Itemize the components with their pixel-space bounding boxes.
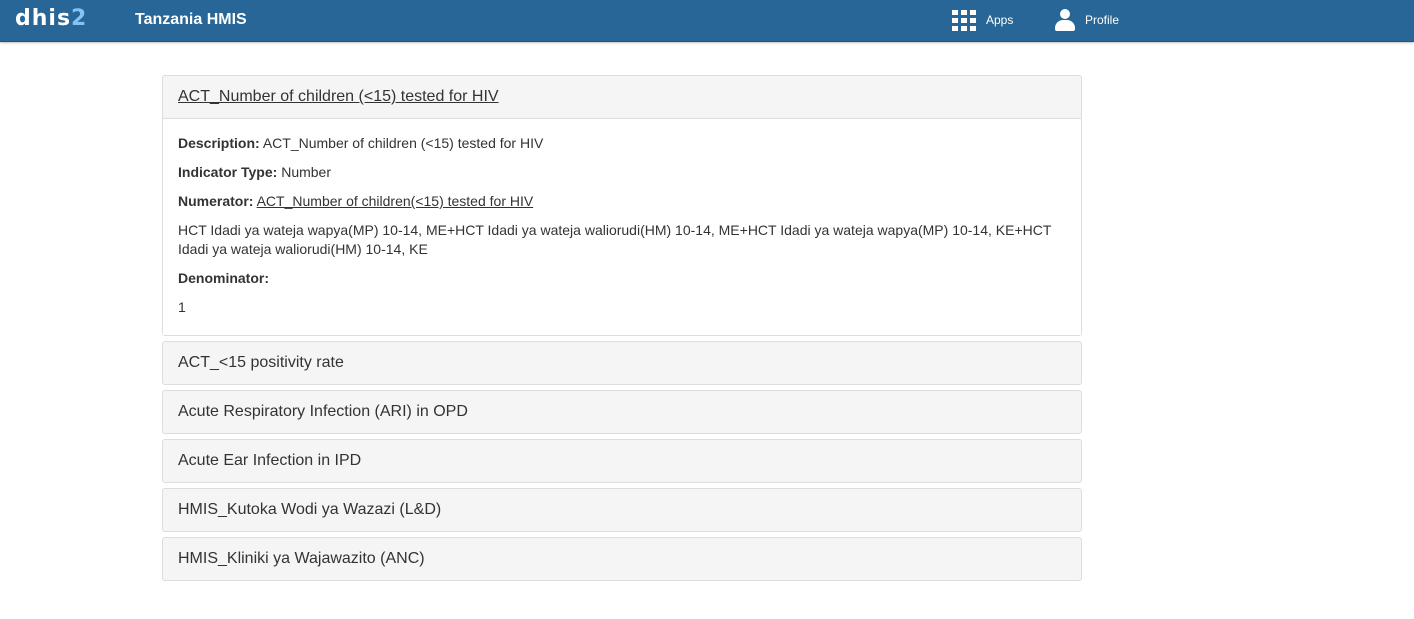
description-value: ACT_Number of children (<15) tested for …	[262, 135, 544, 151]
indicator-type-label: Indicator Type:	[178, 164, 278, 180]
user-icon	[1055, 9, 1075, 31]
indicator-panel-heading[interactable]: HMIS_Kliniki ya Wajawazito (ANC)	[163, 538, 1081, 580]
indicator-panel: Acute Respiratory Infection (ARI) in OPD	[162, 390, 1082, 434]
indicator-title[interactable]: HMIS_Kutoka Wodi ya Wazazi (L&D)	[178, 501, 441, 519]
apps-menu-button[interactable]: Apps	[952, 9, 1013, 31]
description-label: Description:	[178, 135, 260, 151]
indicator-title[interactable]: Acute Ear Infection in IPD	[178, 452, 361, 470]
numerator-row: Numerator: ACT_Number of children(<15) t…	[178, 192, 1066, 211]
indicator-title[interactable]: ACT_<15 positivity rate	[178, 354, 344, 372]
indicator-panel: HMIS_Kutoka Wodi ya Wazazi (L&D)	[162, 488, 1082, 532]
indicator-type-row: Indicator Type: Number	[178, 163, 1066, 182]
indicator-panel-heading[interactable]: HMIS_Kutoka Wodi ya Wazazi (L&D)	[163, 489, 1081, 531]
indicator-panel-heading[interactable]: ACT_<15 positivity rate	[163, 342, 1081, 384]
apps-grid-icon	[952, 9, 976, 31]
indicator-title[interactable]: ACT_Number of children (<15) tested for …	[178, 88, 499, 106]
indicator-panel: ACT_<15 positivity rate	[162, 341, 1082, 385]
app-title: Tanzania HMIS	[135, 11, 247, 28]
dhis2-logo[interactable]: dhis2	[15, 6, 87, 31]
indicator-title[interactable]: HMIS_Kliniki ya Wajawazito (ANC)	[178, 550, 425, 568]
description-row: Description: ACT_Number of children (<15…	[178, 134, 1066, 153]
indicator-accordion: ACT_Number of children (<15) tested for …	[162, 75, 1082, 586]
indicator-panel-heading[interactable]: Acute Ear Infection in IPD	[163, 440, 1081, 482]
indicator-title[interactable]: Acute Respiratory Infection (ARI) in OPD	[178, 403, 468, 421]
denominator-label: Denominator:	[178, 270, 269, 286]
numerator-label: Numerator:	[178, 193, 254, 209]
indicator-panel: Acute Ear Infection in IPD	[162, 439, 1082, 483]
indicator-details: Description: ACT_Number of children (<15…	[163, 118, 1081, 335]
profile-label: Profile	[1085, 13, 1120, 27]
indicator-type-value: Number	[281, 164, 331, 180]
numerator-link[interactable]: ACT_Number of children(<15) tested for H…	[257, 193, 534, 209]
indicator-panel-heading[interactable]: Acute Respiratory Infection (ARI) in OPD	[163, 391, 1081, 433]
top-navigation-bar: dhis2 Tanzania HMIS Apps Profile	[0, 0, 1414, 42]
profile-menu-button[interactable]: Profile	[1055, 9, 1119, 31]
denominator-row: Denominator:	[178, 269, 1066, 288]
indicator-panel-heading[interactable]: ACT_Number of children (<15) tested for …	[163, 76, 1081, 118]
indicator-panel: HMIS_Kliniki ya Wajawazito (ANC)	[162, 537, 1082, 581]
indicator-panel: ACT_Number of children (<15) tested for …	[162, 75, 1082, 336]
apps-label: Apps	[986, 13, 1014, 27]
denominator-value: 1	[178, 299, 186, 315]
numerator-formula: HCT Idadi ya wateja wapya(MP) 10-14, ME+…	[178, 222, 1052, 257]
